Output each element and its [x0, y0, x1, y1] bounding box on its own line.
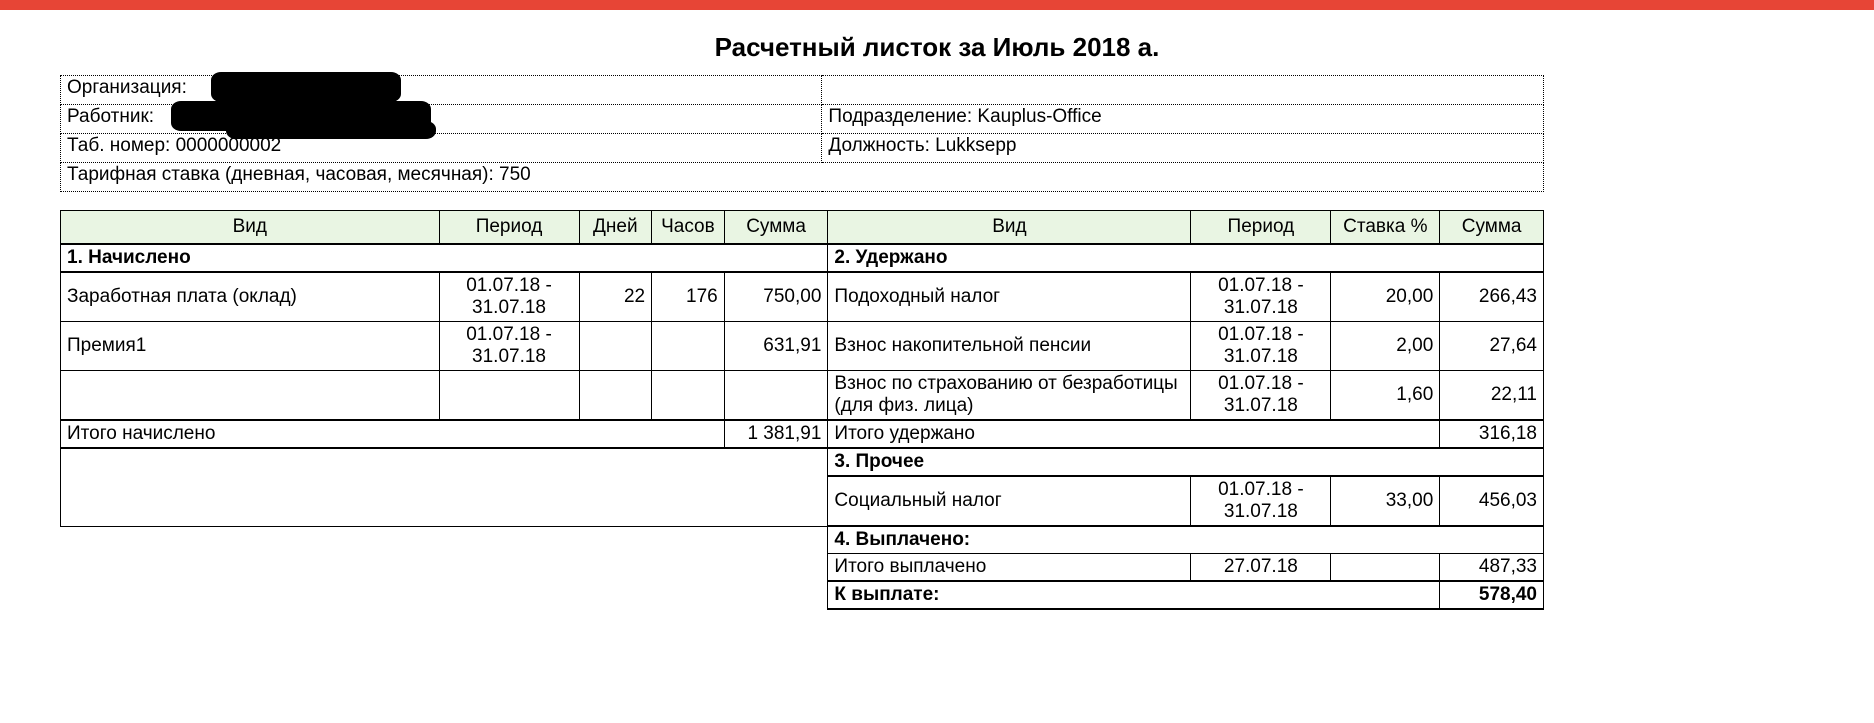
info-dept: Подразделение: Kauplus-Office	[822, 105, 1544, 134]
top-accent-bar	[0, 0, 1874, 10]
withheld-period: 01.07.18 - 31.07.18	[1191, 272, 1331, 322]
accrued-period: 01.07.18 - 31.07.18	[439, 322, 579, 371]
other-sum: 456,03	[1440, 476, 1544, 526]
accrued-hours	[652, 322, 725, 371]
section-accrued: 1. Начислено	[61, 244, 828, 272]
withheld-total-sum: 316,18	[1440, 420, 1544, 448]
withheld-name: Подоходный налог	[828, 272, 1191, 322]
withheld-period: 01.07.18 - 31.07.18	[1191, 322, 1331, 371]
withheld-name: Взнос накопительной пенсии	[828, 322, 1191, 371]
info-rate: Тарифная ставка (дневная, часовая, месяч…	[61, 163, 1544, 192]
page-title: Расчетный листок за Июль 2018 а.	[60, 32, 1814, 63]
info-tab: Таб. номер: 0000000002	[61, 134, 822, 163]
table-row: Заработная плата (оклад) 01.07.18 - 31.0…	[61, 272, 1544, 322]
empty-cell	[61, 554, 828, 582]
other-name: Социальный налог	[828, 476, 1191, 526]
accrued-name: Премия1	[61, 322, 440, 371]
accrued-total-sum: 1 381,91	[724, 420, 828, 448]
withheld-sum: 22,11	[1440, 371, 1544, 421]
info-block: Организация: Работник: Подразделение: Ka…	[60, 75, 1544, 192]
accrued-hours: 176	[652, 272, 725, 322]
empty-cell	[579, 371, 652, 421]
section-row: 3. Прочее	[61, 448, 1544, 476]
empty-cell	[724, 371, 828, 421]
accrued-days	[579, 322, 652, 371]
section-paid: 4. Выплачено:	[828, 526, 1544, 554]
empty-cell	[61, 448, 828, 526]
table-row: Премия1 01.07.18 - 31.07.18 631,91 Взнос…	[61, 322, 1544, 371]
withheld-rate: 20,00	[1331, 272, 1440, 322]
redacted-blob	[211, 72, 401, 102]
accrued-total-label: Итого начислено	[61, 420, 725, 448]
section-withheld: 2. Удержано	[828, 244, 1544, 272]
accrued-period: 01.07.18 - 31.07.18	[439, 272, 579, 322]
info-org: Организация:	[61, 76, 822, 105]
info-empty-1	[822, 76, 1544, 105]
accrued-name: Заработная плата (оклад)	[61, 272, 440, 322]
table-row: Итого выплачено 27.07.18 487,33	[61, 554, 1544, 582]
section-other: 3. Прочее	[828, 448, 1544, 476]
table-row: Взнос по страхованию от безработицы (для…	[61, 371, 1544, 421]
empty-cell	[61, 371, 440, 421]
info-org-label: Организация:	[67, 77, 187, 98]
info-pos: Должность: Lukksepp	[822, 134, 1544, 163]
payslip-page: Расчетный листок за Июль 2018 а. Организ…	[0, 10, 1874, 650]
withheld-total-label: Итого удержано	[828, 420, 1440, 448]
paid-sum: 487,33	[1440, 554, 1544, 582]
hdr-vid-left: Вид	[61, 211, 440, 245]
other-rate: 33,00	[1331, 476, 1440, 526]
hdr-hours: Часов	[652, 211, 725, 245]
withheld-name: Взнос по страхованию от безработицы (для…	[828, 371, 1191, 421]
other-period: 01.07.18 - 31.07.18	[1191, 476, 1331, 526]
hdr-days: Дней	[579, 211, 652, 245]
to-pay-label: К выплате:	[828, 581, 1440, 609]
empty-cell	[61, 526, 828, 554]
hdr-sum-right: Сумма	[1440, 211, 1544, 245]
to-pay-sum: 578,40	[1440, 581, 1544, 609]
table-header: Вид Период Дней Часов Сумма Вид Период С…	[61, 211, 1544, 245]
accrued-days: 22	[579, 272, 652, 322]
empty-cell	[652, 371, 725, 421]
section-row: 4. Выплачено:	[61, 526, 1544, 554]
info-emp: Работник:	[61, 105, 822, 134]
info-emp-label: Работник:	[67, 106, 154, 127]
accrued-sum: 750,00	[724, 272, 828, 322]
withheld-rate: 2,00	[1331, 322, 1440, 371]
to-pay-row: К выплате: 578,40	[61, 581, 1544, 609]
empty-cell	[439, 371, 579, 421]
hdr-rate: Ставка %	[1331, 211, 1440, 245]
empty-cell	[61, 581, 828, 609]
accrued-sum: 631,91	[724, 322, 828, 371]
hdr-period-right: Период	[1191, 211, 1331, 245]
section-row: 1. Начислено 2. Удержано	[61, 244, 1544, 272]
paid-name: Итого выплачено	[828, 554, 1191, 582]
hdr-period-left: Период	[439, 211, 579, 245]
hdr-vid-right: Вид	[828, 211, 1191, 245]
paid-rate	[1331, 554, 1440, 582]
withheld-period: 01.07.18 - 31.07.18	[1191, 371, 1331, 421]
hdr-sum-left: Сумма	[724, 211, 828, 245]
paid-period: 27.07.18	[1191, 554, 1331, 582]
totals-row: Итого начислено 1 381,91 Итого удержано …	[61, 420, 1544, 448]
withheld-sum: 27,64	[1440, 322, 1544, 371]
payslip-table: Вид Период Дней Часов Сумма Вид Период С…	[60, 210, 1544, 610]
withheld-sum: 266,43	[1440, 272, 1544, 322]
withheld-rate: 1,60	[1331, 371, 1440, 421]
